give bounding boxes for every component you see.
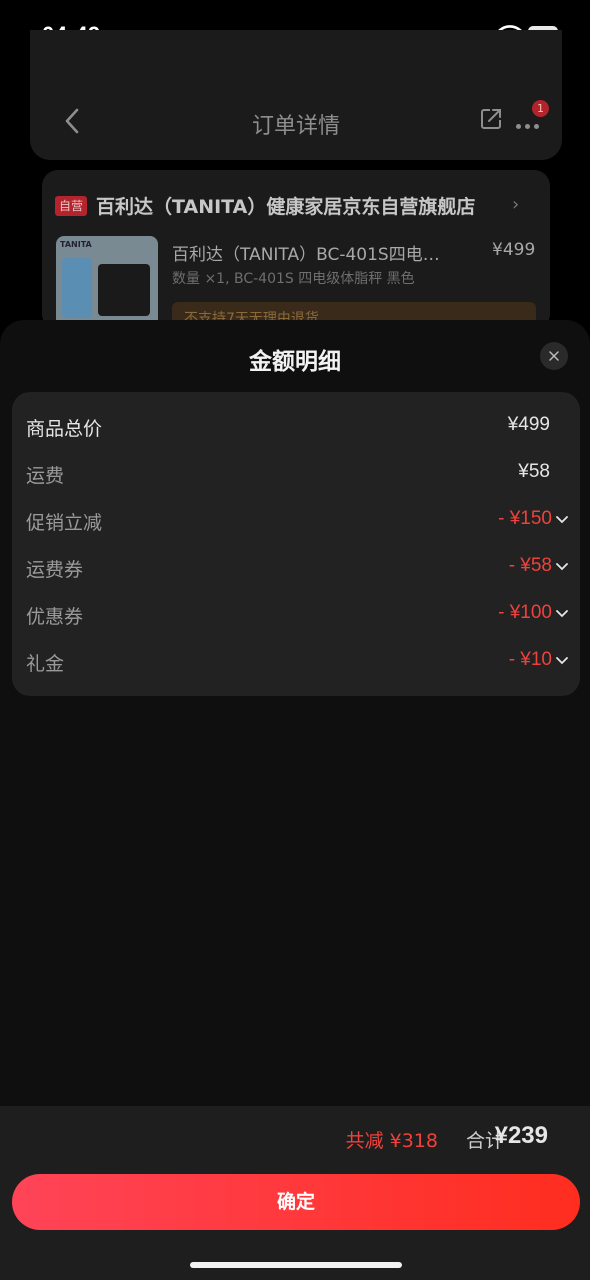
row-label: 运费 [26,465,65,487]
chevron-down-icon[interactable] [556,604,568,624]
product-name[interactable]: 百利达（TANITA）BC-401S四电… [172,240,440,265]
chevron-down-icon[interactable] [556,557,568,577]
product-thumbnail[interactable]: TANITA [56,236,158,330]
row-label: 商品总价 [26,418,103,440]
row-value: - ¥10 [508,649,552,670]
total-amount: ¥239 [494,1122,548,1149]
total-saved: 共减 ¥318 [345,1130,438,1152]
row-shipping-fee: 运费 ¥58 [12,451,580,497]
share-icon[interactable] [478,106,504,132]
order-detail-background: 订单详情 1 自营 百利达（TANITA）健康家居京东自营旗舰店 › TANIT… [30,30,562,330]
row-gift-money[interactable]: 礼金 - ¥10 [12,639,580,685]
row-goods-total: 商品总价 ¥499 [12,404,580,450]
product-spec: 数量 ×1, BC-401S 四电级体脂秤 黑色 [172,271,415,287]
price-detail-card: 商品总价 ¥499 运费 ¥58 促销立减 - ¥150 运费券 - ¥58 优… [12,392,580,696]
row-label: 促销立减 [26,512,103,534]
row-value: - ¥58 [508,555,552,576]
confirm-button[interactable]: 确定 [12,1174,580,1230]
chevron-right-icon: › [512,194,520,215]
self-operated-tag: 自营 [55,196,87,216]
row-value: - ¥100 [498,602,552,623]
close-icon [549,351,559,361]
shop-card: 自营 百利达（TANITA）健康家居京东自营旗舰店 › TANITA 百利达（T… [42,170,550,330]
close-button[interactable] [540,342,568,370]
shop-name[interactable]: 百利达（TANITA）健康家居京东自营旗舰店 [96,192,475,219]
home-indicator [190,1262,402,1268]
chevron-down-icon[interactable] [556,651,568,671]
row-value: ¥499 [507,414,550,435]
row-label: 优惠券 [26,606,84,628]
checkout-footer: 共减 ¥318 合计 ¥239 确定 [0,1106,590,1280]
row-value: ¥58 [518,461,550,482]
nav-bar: 订单详情 1 [30,30,562,160]
row-label: 礼金 [26,653,65,675]
row-value: - ¥150 [498,508,552,529]
row-shipping-coupon[interactable]: 运费券 - ¥58 [12,545,580,591]
sheet-title: 金额明细 [249,349,341,375]
row-label: 运费券 [26,559,84,581]
product-price: ¥499 [492,240,536,260]
row-coupon[interactable]: 优惠券 - ¥100 [12,592,580,638]
thumb-brand: TANITA [60,240,92,249]
chevron-down-icon[interactable] [556,510,568,530]
row-promo-discount[interactable]: 促销立减 - ¥150 [12,498,580,544]
notification-badge: 1 [532,100,549,117]
